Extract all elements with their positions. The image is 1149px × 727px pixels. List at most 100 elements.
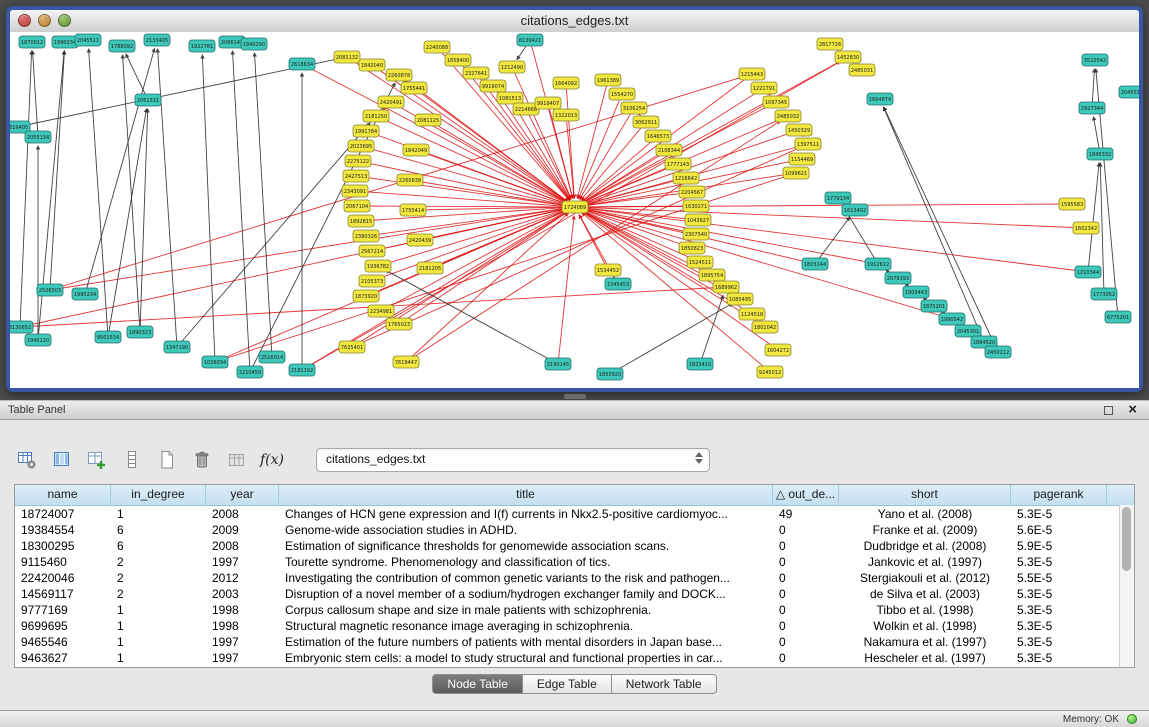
table-cell: Estimation of the future numbers of pati… bbox=[279, 634, 773, 650]
graph-node-label: 2190145 bbox=[547, 362, 569, 368]
table-cell: 2012 bbox=[206, 570, 279, 586]
graph-edge bbox=[1088, 163, 1099, 272]
table-panel-header[interactable]: Table Panel × bbox=[0, 400, 1149, 420]
graph-node-label: 3062911 bbox=[635, 120, 657, 126]
graph-node-label: 1613402 bbox=[844, 208, 866, 214]
column-header-name[interactable]: name bbox=[15, 485, 111, 505]
table-panel-title: Table Panel bbox=[8, 401, 66, 420]
graph-edge bbox=[610, 303, 732, 374]
import-table-button[interactable] bbox=[224, 447, 250, 473]
function-builder-button[interactable]: f(x) bbox=[259, 447, 285, 473]
graph-node-label: 1777143 bbox=[667, 162, 689, 168]
table-toolbar: f(x) citations_edges.txt bbox=[14, 446, 710, 474]
column-header-in_degree[interactable]: in_degree bbox=[111, 485, 206, 505]
graph-node-label: 2420491 bbox=[380, 100, 402, 106]
network-window-titlebar[interactable]: citations_edges.txt bbox=[10, 10, 1139, 33]
float-panel-icon[interactable] bbox=[1104, 406, 1113, 415]
delete-table-button[interactable] bbox=[189, 447, 215, 473]
table-row[interactable]: 946362711997Embryonic stem cells: a mode… bbox=[15, 650, 1134, 666]
network-graph: 1724089208112518420492260838175541424204… bbox=[10, 32, 1139, 388]
table-cell: 1998 bbox=[206, 602, 279, 618]
graph-edge bbox=[413, 207, 566, 210]
graph-node-label: 1845332 bbox=[1089, 152, 1111, 158]
table-cell: 18300295 bbox=[15, 538, 111, 554]
tab-node-table[interactable]: Node Table bbox=[432, 674, 523, 694]
row-selection-button[interactable] bbox=[119, 447, 145, 473]
table-settings-button[interactable] bbox=[14, 447, 40, 473]
close-panel-icon[interactable]: × bbox=[1128, 400, 1137, 420]
graph-edge bbox=[558, 216, 574, 364]
graph-edge bbox=[815, 217, 850, 264]
table-cell: Hescheler et al. (1997) bbox=[839, 650, 1011, 666]
graph-node-label: 1755441 bbox=[403, 86, 425, 92]
graph-node-label: 1884520 bbox=[973, 340, 995, 346]
graph-node-label: 1595583 bbox=[1061, 202, 1083, 208]
graph-node-label: 1534452 bbox=[597, 268, 619, 274]
new-table-button[interactable] bbox=[154, 447, 180, 473]
table-row[interactable]: 977716911998Corpus callosum shape and si… bbox=[15, 602, 1134, 618]
network-window: citations_edges.txt 17240892081125184204… bbox=[6, 6, 1143, 392]
graph-node-label: 1890323 bbox=[129, 330, 151, 336]
table-cell: 9115460 bbox=[15, 554, 111, 570]
table-row[interactable]: 1872400712008Changes of HCN gene express… bbox=[15, 506, 1134, 522]
table-cell: Structural magnetic resonance image aver… bbox=[279, 618, 773, 634]
table-row[interactable]: 911546021997Tourette syndrome. Phenomeno… bbox=[15, 554, 1134, 570]
graph-node-label: 1990542 bbox=[941, 317, 963, 323]
table-cell: 0 bbox=[773, 602, 839, 618]
column-header-pagerank[interactable]: pagerank bbox=[1011, 485, 1107, 505]
table-cell: 2003 bbox=[206, 586, 279, 602]
show-columns-button[interactable] bbox=[49, 447, 75, 473]
graph-node-label: 1873920 bbox=[355, 294, 377, 300]
table-cell: Disruption of a novel member of a sodium… bbox=[279, 586, 773, 602]
table-row[interactable]: 946554611997Estimation of the future num… bbox=[15, 634, 1134, 650]
table-cell: Yano et al. (2008) bbox=[839, 506, 1011, 522]
graph-node-label: 8130652 bbox=[10, 325, 31, 331]
table-row[interactable]: 969969511998Structural magnetic resonanc… bbox=[15, 618, 1134, 634]
graph-node-label: 1990234 bbox=[54, 40, 76, 46]
column-header-year[interactable]: year bbox=[206, 485, 279, 505]
table-cell: 0 bbox=[773, 634, 839, 650]
graph-node-label: 1903443 bbox=[905, 290, 927, 296]
graph-edge bbox=[361, 146, 566, 205]
graph-node-label: 2485032 bbox=[777, 114, 799, 120]
table-row[interactable]: 1456911722003Disruption of a novel membe… bbox=[15, 586, 1134, 602]
table-cell: 1998 bbox=[206, 618, 279, 634]
table-cell: Wolkin et al. (1998) bbox=[839, 618, 1011, 634]
column-header-short[interactable]: short bbox=[839, 485, 1011, 505]
table-cell: 0 bbox=[773, 650, 839, 666]
table-source-select[interactable]: citations_edges.txt bbox=[316, 448, 710, 472]
graph-node-label: 1895754 bbox=[701, 273, 723, 279]
tab-edge-table[interactable]: Edge Table bbox=[523, 674, 612, 694]
column-header-title[interactable]: title bbox=[279, 485, 773, 505]
table-cell: Estimation of significance thresholds fo… bbox=[279, 538, 773, 554]
table-cell: 0 bbox=[773, 586, 839, 602]
table-row[interactable]: 2242004622012Investigating the contribut… bbox=[15, 570, 1134, 586]
graph-node-label: 1991784 bbox=[355, 129, 377, 135]
table-row[interactable]: 1830029562008Estimation of significance … bbox=[15, 538, 1134, 554]
graph-node-label: 1840290 bbox=[243, 42, 265, 48]
table-cell: 1 bbox=[111, 634, 206, 650]
table-cell: 0 bbox=[773, 554, 839, 570]
table-row[interactable]: 1938455462009Genome-wide association stu… bbox=[15, 522, 1134, 538]
graph-node-label: 2420439 bbox=[409, 238, 431, 244]
column-header-out_de[interactable]: △ out_de... bbox=[773, 485, 839, 505]
table-cell: 5.3E-5 bbox=[1011, 602, 1107, 618]
graph-node-label: 2079193 bbox=[887, 276, 909, 282]
add-column-button[interactable] bbox=[84, 447, 110, 473]
import-table-icon bbox=[227, 450, 247, 470]
graph-node-label: 7619447 bbox=[395, 360, 417, 366]
graph-node-label: 2067104 bbox=[346, 204, 368, 210]
scrollbar-thumb[interactable] bbox=[1122, 507, 1131, 571]
new-table-icon bbox=[157, 450, 177, 470]
graph-edge bbox=[566, 115, 574, 198]
graph-node-label: 1850823 bbox=[681, 246, 703, 252]
tab-network-table[interactable]: Network Table bbox=[612, 674, 717, 694]
graph-node-label: 9501534 bbox=[97, 335, 119, 341]
graph-edge bbox=[33, 51, 38, 137]
table-cell: 1997 bbox=[206, 554, 279, 570]
graph-node-label: 1922781 bbox=[191, 44, 213, 50]
vertical-scrollbar[interactable] bbox=[1119, 505, 1134, 667]
network-canvas[interactable]: 1724089208112518420492260838175541424204… bbox=[10, 32, 1139, 388]
split-pane-handle[interactable] bbox=[564, 394, 586, 399]
graph-node-label: 3106254 bbox=[623, 106, 645, 112]
